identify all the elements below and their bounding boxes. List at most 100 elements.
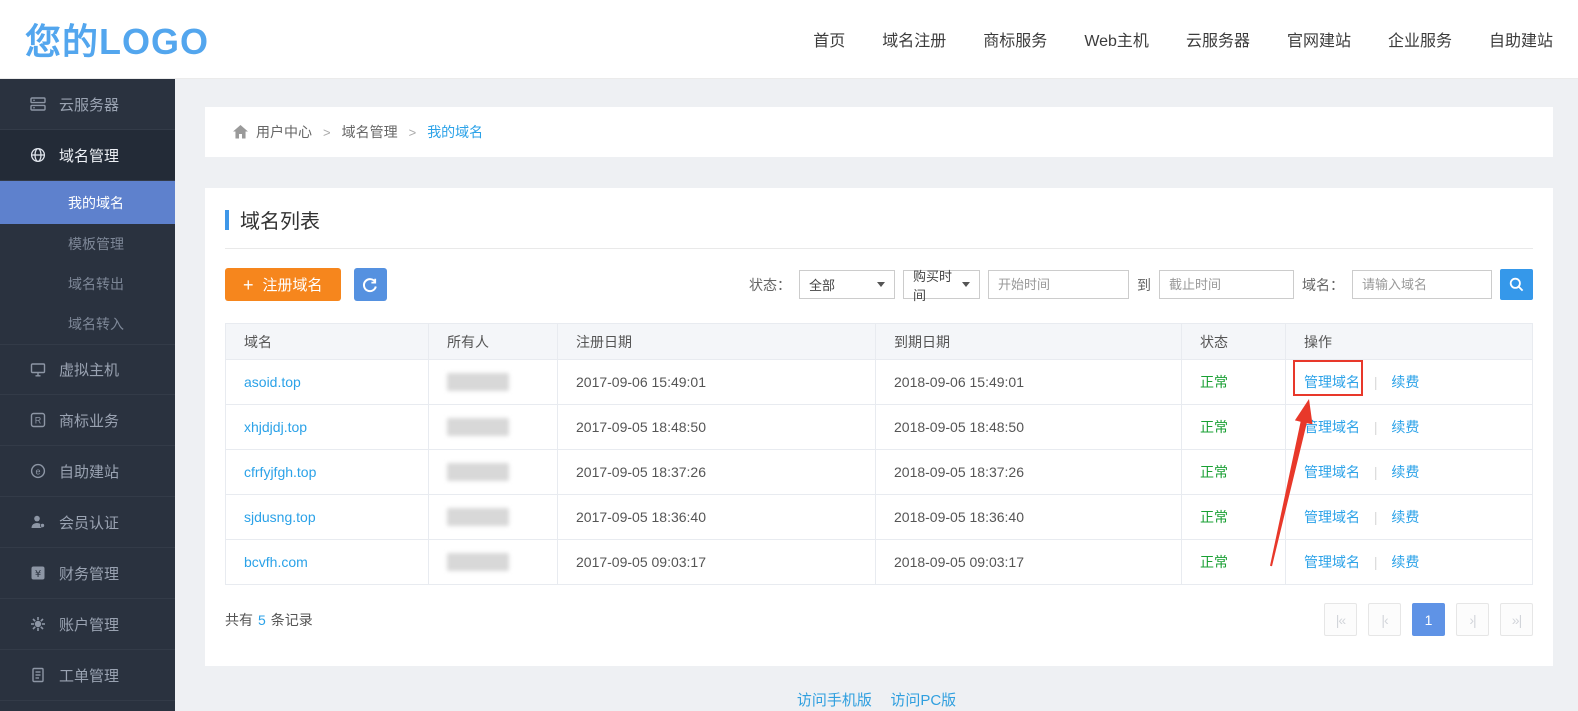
subitem-label: 域名转入 [68, 314, 124, 334]
sidebar-item-label: 域名管理 [59, 145, 119, 166]
svg-text:e: e [35, 466, 40, 476]
sidebar-item-virtual-host[interactable]: 虚拟主机 [0, 344, 175, 395]
sidebar-item-label: 财务管理 [59, 563, 119, 584]
sidebar-subitem-my-domains[interactable]: 我的域名 [0, 181, 175, 224]
trademark-icon: R [30, 412, 46, 428]
search-icon [1509, 277, 1524, 292]
sidebar-subitem-template-management[interactable]: 模板管理 [0, 224, 175, 264]
registered-date: 2017-09-05 18:48:50 [558, 405, 876, 450]
status-badge: 正常 [1200, 464, 1228, 480]
manage-domain-link[interactable]: 管理域名 [1304, 419, 1360, 435]
nav-trademark-service[interactable]: 商标服务 [983, 27, 1047, 51]
time-type-select[interactable]: 购买时间 [903, 270, 980, 299]
record-count: 5 [258, 612, 266, 628]
manage-domain-link[interactable]: 管理域名 [1304, 509, 1360, 525]
summary-prefix: 共有 [225, 612, 253, 628]
search-button[interactable] [1500, 269, 1533, 300]
col-header-owner: 所有人 [429, 324, 558, 360]
breadcrumb-separator: > [323, 125, 331, 140]
domain-link[interactable]: bcvfh.com [244, 554, 308, 570]
toolbar-buttons: + 注册域名 [225, 268, 387, 301]
sidebar-item-label: 工单管理 [59, 665, 119, 686]
visit-pc-link[interactable]: 访问PC版 [890, 692, 956, 709]
sidebar-item-trademark-business[interactable]: R 商标业务 [0, 395, 175, 446]
status-badge: 正常 [1200, 509, 1228, 525]
col-header-registered: 注册日期 [558, 324, 876, 360]
breadcrumb-domain-management[interactable]: 域名管理 [342, 122, 398, 142]
sidebar-item-label: 云服务器 [59, 94, 119, 115]
renew-link[interactable]: 续费 [1391, 509, 1419, 525]
breadcrumb: 用户中心 > 域名管理 > 我的域名 [205, 107, 1553, 157]
renew-link[interactable]: 续费 [1391, 419, 1419, 435]
table-row: cfrfyjfgh.top 2017-09-05 18:37:26 2018-0… [226, 450, 1533, 495]
actions-cell: 管理域名 | 续费 [1286, 360, 1533, 405]
filter-bar: 状态： 全部 购买时间 到 域名： [749, 269, 1533, 300]
col-header-expires: 到期日期 [876, 324, 1182, 360]
domain-link[interactable]: cfrfyjfgh.top [244, 464, 316, 480]
sidebar-item-label: 账户管理 [59, 614, 119, 635]
manage-domain-link[interactable]: 管理域名 [1304, 464, 1360, 480]
next-page-button[interactable]: ›| [1456, 603, 1489, 636]
nav-self-build[interactable]: 自助建站 [1489, 27, 1553, 51]
sidebar-subitem-domain-transfer-in[interactable]: 域名转入 [0, 304, 175, 344]
sidebar-item-cloud-server[interactable]: 云服务器 [0, 79, 175, 130]
visit-mobile-link[interactable]: 访问手机版 [797, 692, 872, 709]
domain-link[interactable]: sjdusng.top [244, 509, 316, 525]
nav-home[interactable]: 首页 [813, 27, 845, 51]
expire-date: 2018-09-05 18:48:50 [876, 405, 1182, 450]
page-1-button[interactable]: 1 [1412, 603, 1445, 636]
renew-link[interactable]: 续费 [1391, 374, 1419, 390]
home-icon [233, 125, 248, 139]
sidebar-item-member-verification[interactable]: 会员认证 [0, 497, 175, 548]
member-icon [30, 514, 46, 530]
actions-cell: 管理域名 | 续费 [1286, 405, 1533, 450]
domain-link[interactable]: asoid.top [244, 374, 301, 390]
registered-date: 2017-09-06 15:49:01 [558, 360, 876, 405]
summary-suffix: 条记录 [271, 612, 313, 628]
top-nav: 首页 域名注册 商标服务 Web主机 云服务器 官网建站 企业服务 自助建站 [813, 27, 1553, 51]
nav-website-building[interactable]: 官网建站 [1287, 27, 1351, 51]
sidebar-item-work-order[interactable]: 工单管理 [0, 650, 175, 701]
blurred-owner [447, 373, 509, 391]
prev-page-button[interactable]: |‹ [1368, 603, 1401, 636]
nav-cloud-server[interactable]: 云服务器 [1186, 27, 1250, 51]
pagination: |« |‹ 1 ›| »| [1324, 603, 1533, 636]
nav-enterprise-service[interactable]: 企业服务 [1388, 27, 1452, 51]
chevron-down-icon [877, 282, 885, 287]
breadcrumb-user-center[interactable]: 用户中心 [256, 122, 312, 142]
status-badge: 正常 [1200, 554, 1228, 570]
last-page-button[interactable]: »| [1500, 603, 1533, 636]
blurred-owner [447, 463, 509, 481]
refresh-button[interactable] [354, 268, 387, 301]
renew-link[interactable]: 续费 [1391, 554, 1419, 570]
renew-link[interactable]: 续费 [1391, 464, 1419, 480]
end-time-input[interactable] [1159, 270, 1294, 299]
sidebar-item-finance-management[interactable]: ¥ 财务管理 [0, 548, 175, 599]
sidebar-item-account-management[interactable]: 账户管理 [0, 599, 175, 650]
footer: 访问手机版 访问PC版 [175, 689, 1578, 710]
nav-web-hosting[interactable]: Web主机 [1084, 27, 1149, 51]
col-header-status: 状态 [1182, 324, 1286, 360]
sidebar-item-self-site-builder[interactable]: e 自助建站 [0, 446, 175, 497]
manage-domain-link[interactable]: 管理域名 [1304, 374, 1360, 390]
panel-title-row: 域名列表 [225, 205, 1533, 249]
manage-domain-link[interactable]: 管理域名 [1304, 554, 1360, 570]
start-time-input[interactable] [988, 270, 1129, 299]
sidebar-item-domain-management[interactable]: 域名管理 [0, 130, 175, 181]
register-domain-label: 注册域名 [263, 274, 323, 295]
register-domain-button[interactable]: + 注册域名 [225, 268, 341, 301]
plus-icon: + [243, 276, 254, 294]
sidebar-item-label: 会员认证 [59, 512, 119, 533]
sidebar-item-label: 自助建站 [59, 461, 119, 482]
domain-filter-label: 域名： [1302, 275, 1344, 295]
sidebar-subitem-domain-transfer-out[interactable]: 域名转出 [0, 264, 175, 304]
domain-search-input[interactable] [1352, 270, 1492, 299]
nav-domain-register[interactable]: 域名注册 [882, 27, 946, 51]
domain-link[interactable]: xhjdjdj.top [244, 419, 307, 435]
first-page-button[interactable]: |« [1324, 603, 1357, 636]
toolbar: + 注册域名 状态： 全部 购买时间 [225, 268, 1533, 301]
table-header-row: 域名 所有人 注册日期 到期日期 状态 操作 [226, 324, 1533, 360]
blurred-owner [447, 553, 509, 571]
status-select[interactable]: 全部 [799, 270, 895, 299]
svg-text:¥: ¥ [35, 569, 41, 580]
